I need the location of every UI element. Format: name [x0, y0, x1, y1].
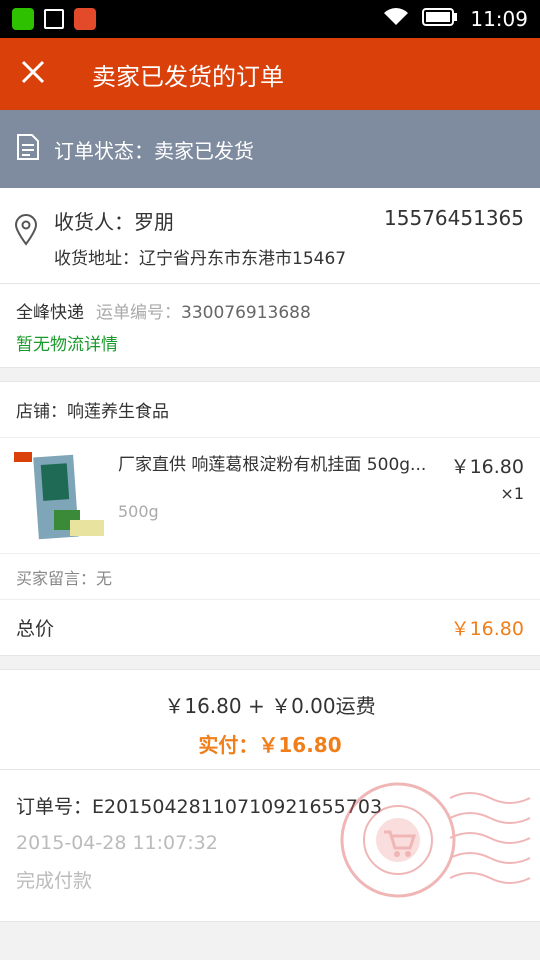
status-bar: 11:09 — [0, 0, 540, 38]
wifi-icon — [382, 7, 410, 32]
app-bar: 卖家已发货的订单 — [0, 38, 540, 110]
clock: 11:09 — [470, 7, 528, 31]
page-title: 卖家已发货的订单 — [92, 62, 284, 91]
price-breakdown: ￥16.80 + ￥0.00运费 — [164, 694, 376, 718]
product-price: ￥16.80 — [450, 456, 524, 478]
total-label: 总价 — [16, 618, 55, 640]
location-pin-icon — [14, 214, 38, 250]
wechat-icon — [12, 8, 34, 30]
order-info: 订单号：E20150428110710921655703 2015-04-28 … — [0, 770, 540, 922]
section-divider — [0, 656, 540, 670]
app-icon — [74, 8, 96, 30]
product-variant: 500g — [118, 502, 159, 521]
carrier-name: 全峰快递 — [16, 303, 84, 323]
logistics-section[interactable]: 全峰快递 运单编号：330076913688 暂无物流详情 — [0, 284, 540, 368]
shop-name[interactable]: 店铺：响莲养生食品 — [0, 382, 540, 438]
order-status-text: 订单状态：卖家已发货 — [54, 138, 254, 163]
product-quantity: ×1 — [500, 484, 524, 503]
total-row: 总价 ￥16.80 — [0, 600, 540, 656]
product-thumbnail — [14, 450, 106, 542]
logistics-status: 暂无物流详情 — [16, 335, 118, 355]
receiver-name: 收货人：罗朋 — [54, 210, 174, 234]
section-divider — [0, 368, 540, 382]
battery-icon — [422, 7, 458, 31]
order-status-banner: 订单状态：卖家已发货 — [0, 110, 540, 188]
waybill-label: 运单编号： — [96, 303, 181, 323]
document-icon — [16, 133, 40, 166]
gallery-icon — [44, 9, 64, 29]
buyer-message: 买家留言：无 — [0, 554, 540, 600]
waybill-number: 330076913688 — [181, 303, 311, 323]
close-icon[interactable] — [20, 57, 70, 91]
payment-status: 完成付款 — [16, 870, 93, 892]
order-number: 订单号：E20150428110710921655703 — [16, 796, 383, 818]
amount-paid: 实付：￥16.80 — [198, 733, 342, 757]
total-value: ￥16.80 — [450, 618, 524, 640]
collection-stamp-icon — [340, 778, 540, 898]
product-item[interactable]: 厂家直供 响莲葛根淀粉有机挂面 500g... 500g ￥16.80 ×1 — [0, 438, 540, 554]
order-time: 2015-04-28 11:07:32 — [16, 832, 218, 854]
address-section: 收货人：罗朋 15576451365 收货地址：辽宁省丹东市东港市15467 — [0, 188, 540, 284]
product-name: 厂家直供 响莲葛根淀粉有机挂面 500g... — [118, 455, 427, 475]
receiver-phone: 15576451365 — [384, 206, 524, 230]
payment-summary: ￥16.80 + ￥0.00运费 实付：￥16.80 — [0, 670, 540, 770]
shipping-address: 收货地址：辽宁省丹东市东港市15467 — [54, 249, 347, 269]
